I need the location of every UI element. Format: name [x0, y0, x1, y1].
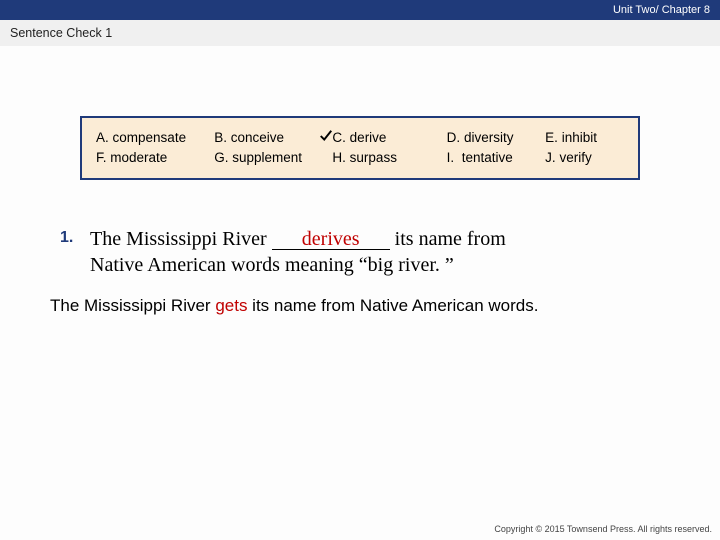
choice-letter: H.	[332, 150, 346, 165]
question-number: 1.	[60, 226, 90, 278]
header-bar: Unit Two/ Chapter 8	[0, 0, 720, 20]
choice-letter: E.	[545, 130, 558, 145]
question-text: The Mississippi River derives its name f…	[90, 226, 506, 278]
explain-highlight: gets	[215, 296, 247, 315]
choice-letter: B.	[214, 130, 227, 145]
subtitle-text: Sentence Check 1	[10, 26, 112, 40]
choice-word: derive	[350, 130, 387, 145]
choices-row-2: F. moderate G. supplement H. surpass I. …	[96, 148, 624, 168]
choice-letter: A.	[96, 130, 109, 145]
choice-word: inhibit	[562, 130, 597, 145]
choice-word: supplement	[232, 150, 302, 165]
choice-letter: F.	[96, 150, 107, 165]
choice-e: E. inhibit	[545, 128, 624, 148]
choice-f: F. moderate	[96, 148, 214, 168]
choice-b: B. conceive	[214, 128, 332, 148]
question-line2: Native American words meaning “big river…	[90, 254, 454, 276]
choice-letter: I.	[447, 150, 455, 165]
subtitle-bar: Sentence Check 1	[0, 20, 720, 46]
choice-word: moderate	[110, 150, 167, 165]
choice-word: diversity	[464, 130, 514, 145]
choice-letter: D.	[447, 130, 461, 145]
choice-word: verify	[559, 150, 591, 165]
choice-letter: C.	[332, 130, 346, 145]
checkmark-icon	[319, 129, 333, 143]
choice-a: A. compensate	[96, 128, 214, 148]
choice-h: H. surpass	[332, 148, 446, 168]
question-1: 1. The Mississippi River derives its nam…	[60, 226, 660, 278]
copyright-text: Copyright © 2015 Townsend Press. All rig…	[494, 524, 712, 534]
choice-c: C. derive	[332, 128, 446, 148]
question-pre: The Mississippi River	[90, 228, 272, 250]
fill-blank: derives	[272, 226, 390, 252]
choice-letter: G.	[214, 150, 228, 165]
choice-word: tentative	[462, 150, 513, 165]
choices-row-1: A. compensate B. conceive C. derive D. d…	[96, 128, 624, 148]
choice-g: G. supplement	[214, 148, 332, 168]
filled-answer: derives	[302, 228, 360, 250]
choice-letter: J.	[545, 150, 556, 165]
choice-word: surpass	[350, 150, 397, 165]
choice-word: compensate	[113, 130, 187, 145]
choice-j: J. verify	[545, 148, 624, 168]
explain-pre: The Mississippi River	[50, 296, 215, 315]
choice-i: I. tentative	[447, 148, 546, 168]
choice-d: D. diversity	[447, 128, 546, 148]
explain-post: its name from Native American words.	[247, 296, 538, 315]
choice-word: conceive	[231, 130, 284, 145]
answer-choices-box: A. compensate B. conceive C. derive D. d…	[80, 116, 640, 180]
unit-chapter-label: Unit Two/ Chapter 8	[613, 4, 710, 16]
explanation-line: The Mississippi River gets its name from…	[50, 296, 670, 316]
question-post1: its name from	[390, 228, 506, 250]
